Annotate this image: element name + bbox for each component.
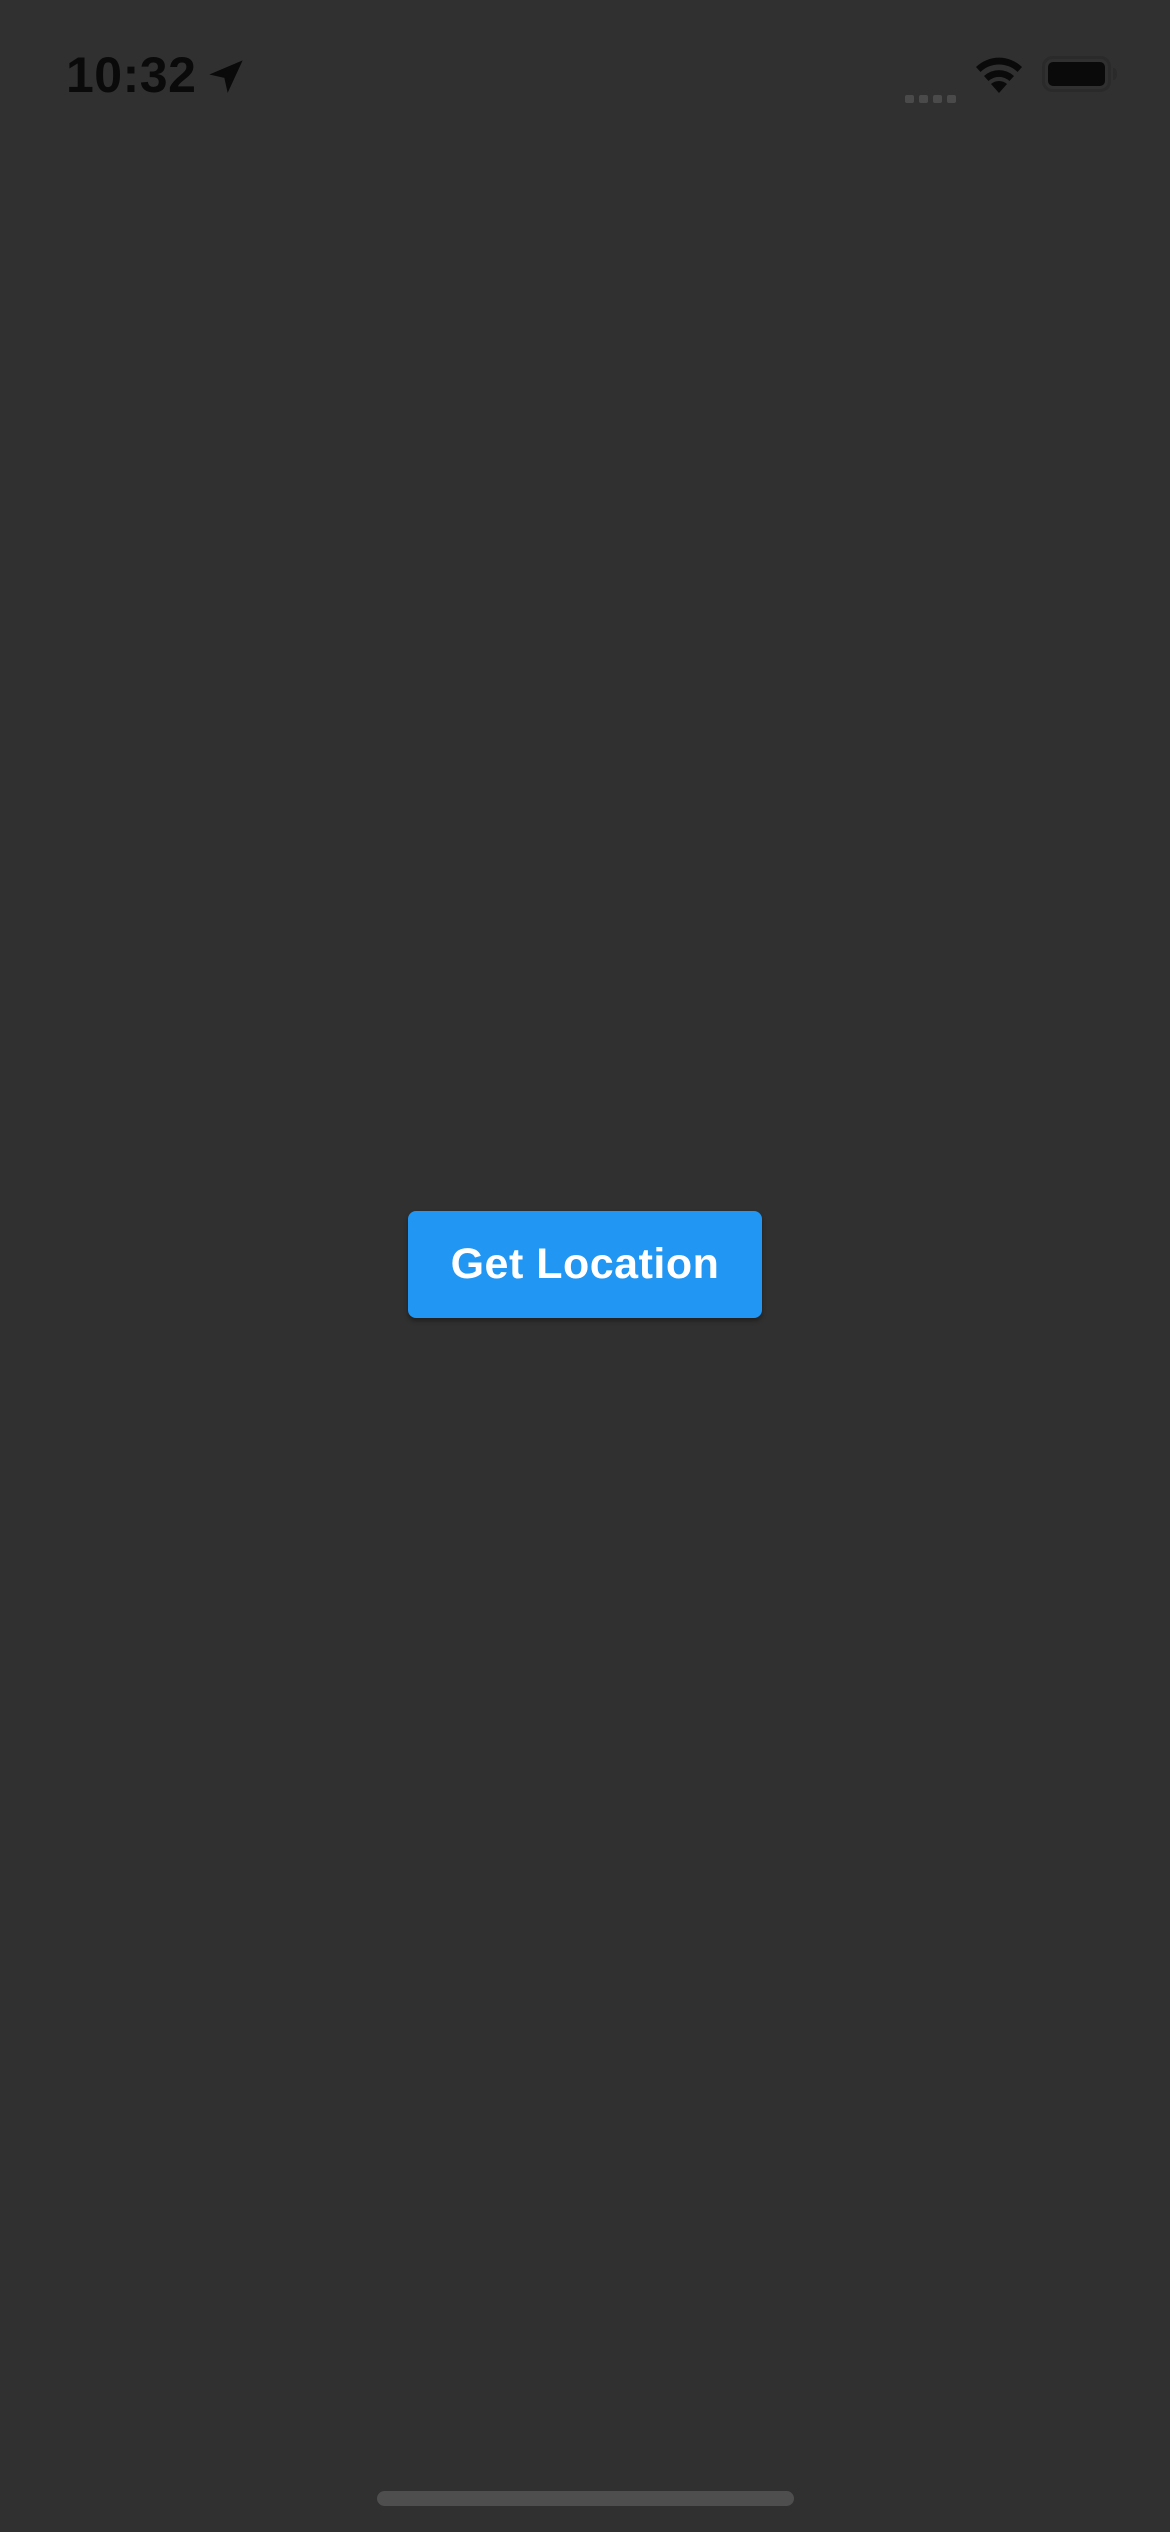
battery-icon: [1042, 56, 1117, 92]
home-indicator[interactable]: [377, 2491, 794, 2506]
status-time: 10:32: [66, 47, 197, 103]
get-location-button[interactable]: Get Location: [408, 1211, 762, 1318]
status-bar: 10:32: [0, 0, 1170, 150]
cellular-signal-icon: [905, 45, 956, 103]
location-arrow-icon: [209, 60, 244, 93]
wifi-icon: [976, 57, 1022, 93]
status-bar-right: [905, 52, 1118, 103]
status-bar-left: 10:32: [66, 42, 246, 108]
